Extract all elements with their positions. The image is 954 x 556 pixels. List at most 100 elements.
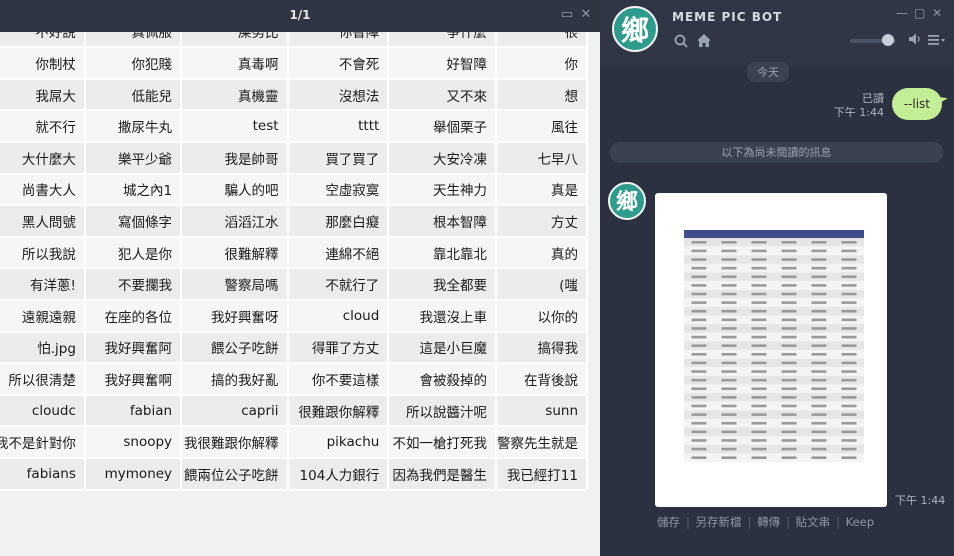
maximize-window-icon[interactable]: □ [914, 6, 925, 20]
table-cell: 想 [495, 78, 589, 112]
thumbnail-text [721, 275, 737, 279]
thumbnail-text [691, 249, 707, 253]
table-cell: snoopy [84, 426, 183, 459]
thumbnail-text [751, 275, 767, 279]
thumbnail-text [811, 344, 827, 347]
received-image[interactable] [655, 193, 887, 507]
thumbnail-text [751, 318, 767, 322]
thumbnail-text [781, 266, 797, 270]
thumbnail-text [781, 344, 797, 347]
thumbnail-text [691, 318, 707, 322]
thumbnail-row [684, 350, 864, 359]
menu-icon[interactable] [928, 33, 946, 51]
thumbnail-text [811, 301, 827, 304]
home-icon[interactable] [696, 33, 712, 52]
thumbnail-text [811, 456, 827, 459]
thumbnail-text [781, 249, 797, 253]
thumbnail-text [691, 301, 707, 304]
table-cell: 樂平少爺 [84, 141, 183, 175]
table-cell: 在座的各位 [84, 299, 183, 333]
table-cell: 大安冷凍 [388, 141, 497, 175]
thumbnail-text [811, 284, 827, 287]
table-cell: 黑人問號 [0, 205, 86, 238]
thumbnail-text [691, 447, 707, 451]
divider: | [747, 515, 752, 529]
thumbnail-text [751, 430, 767, 434]
avatar[interactable]: 鄉 [608, 182, 646, 220]
thumbnail-row [684, 315, 864, 325]
thumbnail-row [684, 255, 864, 264]
save-button[interactable]: 儲存 [657, 515, 680, 529]
thumbnail-text [751, 387, 767, 391]
table-cell: 天生神力 [388, 173, 497, 207]
thumbnail-text [721, 456, 737, 459]
table-row: 所以很清楚 我好興奮啊 搞的我好亂 你不要這樣 會被殺掉的 在背後說 [0, 363, 589, 396]
close-icon[interactable]: ✕ [579, 8, 593, 22]
post-button[interactable]: 貼文串 [796, 515, 831, 529]
thumbnail-text [751, 361, 767, 365]
table-cell: 遠親遠親 [0, 299, 86, 333]
table-cell: 搞得我 [495, 331, 589, 365]
thumbnail-text [691, 292, 707, 296]
thumbnail-text [721, 318, 737, 322]
forward-button[interactable]: 轉傳 [757, 515, 780, 529]
close-window-icon[interactable]: ✕ [932, 6, 942, 20]
thumbnail-text [751, 301, 767, 304]
table-row: fabians mymoney 餵兩位公子吃餅 104人力銀行 因為我們是醫生 我已經打1… [0, 457, 589, 491]
volume-slider-handle[interactable] [881, 34, 894, 46]
thumbnail-text [751, 344, 767, 347]
table-cell: 不要攔我 [84, 268, 183, 301]
thumbnail-text [751, 266, 767, 270]
thumbnail-text [721, 413, 737, 416]
table-cell: 我還沒上車 [388, 299, 497, 333]
thumbnail-text [841, 249, 857, 253]
thumbnail-text [721, 396, 737, 399]
thumbnail-text [781, 353, 797, 356]
sent-message-bubble[interactable]: --list [891, 88, 942, 120]
thumbnail-text [841, 353, 857, 356]
minimize-window-icon[interactable]: — [896, 6, 908, 20]
thumbnail-text [751, 439, 767, 442]
volume-icon[interactable] [908, 32, 922, 50]
thumbnail-text [811, 413, 827, 416]
thumbnail-text [811, 292, 827, 296]
thumbnail-text [691, 241, 707, 244]
thumbnail-text [751, 249, 767, 253]
table-cell: 你制杖 [0, 47, 86, 80]
thumbnail-text [781, 327, 797, 330]
thumbnail-text [721, 309, 737, 313]
thumbnail-text [691, 309, 707, 313]
thumbnail-text [811, 353, 827, 356]
thumbnail-row [684, 453, 864, 462]
thumbnail-text [751, 456, 767, 459]
table-cell: cloud [287, 299, 390, 333]
thumbnail-row [684, 306, 864, 316]
search-icon[interactable] [674, 34, 688, 52]
table-cell: 你犯賤 [84, 47, 183, 80]
thumbnail-text [811, 447, 827, 451]
thumbnail-text [691, 430, 707, 434]
thumbnail-row [684, 427, 864, 437]
table-row: 你制杖 你犯賤 真毒啊 不會死 好智障你 [0, 47, 589, 80]
avatar[interactable]: 鄉 [612, 6, 658, 52]
table-cell: 以你的 [495, 299, 589, 333]
unread-divider: 以下為尚未閱讀的訊息 [610, 142, 943, 163]
thumbnail-text [751, 309, 767, 313]
date-separator: 今天 [747, 62, 789, 82]
minimize-icon[interactable]: ▭ [560, 8, 574, 22]
thumbnail-text [721, 430, 737, 434]
table-cell: 買了買了 [287, 141, 390, 175]
thumbnail-text [721, 301, 737, 304]
table-cell: 那麼白癡 [287, 205, 390, 238]
thumbnail-text [781, 413, 797, 416]
thumbnail-text [811, 404, 827, 408]
thumbnail-row [684, 444, 864, 454]
table-cell: mymoney [84, 457, 183, 491]
table-cell: sunn [495, 394, 589, 428]
save-as-button[interactable]: 另存新檔 [696, 515, 742, 529]
keep-button[interactable]: Keep [846, 515, 874, 529]
table-row: 遠親遠親 在座的各位 我好興奮呀 cloud 我還沒上車 以你的 [0, 299, 589, 333]
thumbnail-text [691, 353, 707, 356]
thumbnail-text [691, 404, 707, 408]
thumbnail-row [684, 418, 864, 428]
